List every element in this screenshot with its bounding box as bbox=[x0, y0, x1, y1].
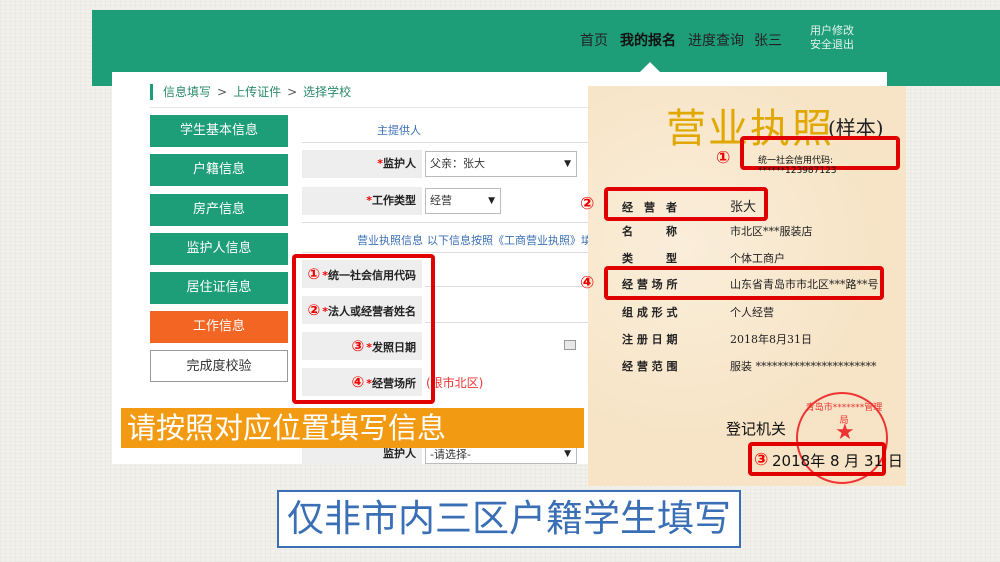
section-divider bbox=[302, 142, 592, 143]
nav-my-registration[interactable]: 我的报名 bbox=[620, 30, 676, 50]
license-credit-code-value: ******123987123 bbox=[758, 166, 837, 176]
section-divider bbox=[302, 252, 592, 253]
main-provider-title: 主提供人 bbox=[377, 124, 421, 137]
license-marker-1: ① bbox=[716, 148, 731, 168]
nav-active-caret bbox=[640, 62, 660, 72]
license-key: 注 册 日 期 bbox=[622, 333, 678, 346]
sidebar-item-property[interactable]: 房产信息 bbox=[150, 194, 288, 226]
license-marker-4: ④ bbox=[580, 273, 595, 293]
license-key: 经 营 范 围 bbox=[622, 360, 678, 373]
license-value: 市北区***服装店 bbox=[730, 225, 813, 238]
license-row-reg-date: 注 册 日 期 2018年8月31日 bbox=[622, 331, 812, 347]
work-type-select[interactable]: 经营 ▼ bbox=[425, 188, 501, 214]
business-license-sample: 营业执照 (样本) ① 统一社会信用代码: ******123987123 ② … bbox=[580, 86, 906, 486]
guardian-select-value: 父亲：张大 bbox=[430, 157, 485, 170]
nav-progress-query[interactable]: 进度查询 bbox=[688, 30, 744, 50]
license-row-name: 名 称 市北区***服装店 bbox=[622, 223, 813, 239]
license-row-type: 类 型 个体工商户 bbox=[622, 250, 785, 266]
license-row-composition: 组 成 形 式 个人经营 bbox=[622, 304, 774, 320]
license-value: 个人经营 bbox=[730, 306, 774, 319]
credit-code-input[interactable] bbox=[425, 286, 590, 287]
user-name: 张三 bbox=[754, 33, 782, 49]
legal-person-input[interactable] bbox=[425, 322, 590, 323]
chevron-down-icon: ▼ bbox=[564, 159, 571, 169]
sidebar-item-work-info[interactable]: 工作信息 bbox=[150, 311, 288, 343]
guardian-label-text: 监护人 bbox=[383, 157, 416, 170]
section-divider bbox=[302, 222, 592, 223]
sidebar-item-residence-permit[interactable]: 居住证信息 bbox=[150, 272, 288, 304]
license-key: 经 营 者 bbox=[622, 201, 677, 214]
logout-link[interactable]: 安全退出 bbox=[810, 38, 854, 52]
license-issue-date: 2018年 8 月 31 日 bbox=[772, 452, 903, 470]
guardian-select[interactable]: 父亲：张大 ▼ bbox=[425, 151, 577, 177]
license-row-business-place: 经 营 场 所 山东省青岛市市北区***路**号 bbox=[622, 276, 879, 292]
breadcrumb-step-school[interactable]: 选择学校 bbox=[303, 85, 351, 99]
license-row-operator: 经 营 者 张大 bbox=[622, 196, 756, 215]
license-marker-2: ② bbox=[580, 194, 595, 214]
user-links: 用户修改 安全退出 bbox=[810, 24, 854, 52]
work-type-label-text: 工作类型 bbox=[372, 194, 416, 207]
work-type-select-value: 经营 bbox=[430, 194, 452, 207]
form-fields-highlight bbox=[292, 254, 435, 404]
breadcrumb-step-fill[interactable]: 信息填写 bbox=[163, 85, 211, 99]
license-credit-code: 统一社会信用代码: ******123987123 bbox=[758, 153, 906, 176]
sidebar-item-student-info[interactable]: 学生基本信息 bbox=[150, 115, 288, 147]
license-key: 类 型 bbox=[622, 252, 677, 265]
bottom-caption: 仅非市内三区户籍学生填写 bbox=[277, 490, 741, 548]
nav-home[interactable]: 首页 bbox=[580, 30, 608, 50]
guardian2-select-value: -请选择- bbox=[430, 448, 471, 461]
instruction-banner: 请按照对应位置填写信息 bbox=[121, 408, 584, 448]
license-info-title: 营业执照信息 bbox=[357, 234, 423, 247]
top-nav: 首页 我的报名 进度查询 bbox=[580, 30, 756, 50]
license-credit-code-label: 统一社会信用代码: bbox=[758, 156, 834, 166]
license-marker-3: ③ bbox=[754, 450, 769, 470]
chevron-down-icon: ▼ bbox=[564, 449, 571, 459]
license-value: 山东省青岛市市北区***路**号 bbox=[730, 278, 879, 291]
license-info-hint: 以下信息按照《工商营业执照》填写 bbox=[427, 234, 603, 247]
license-value: 个体工商户 bbox=[730, 252, 785, 265]
license-key: 名 称 bbox=[622, 225, 677, 238]
license-row-scope: 经 营 范 围 服装 ********************** bbox=[622, 358, 877, 374]
sidebar-item-guardian[interactable]: 监护人信息 bbox=[150, 233, 288, 265]
breadcrumb-step-upload[interactable]: 上传证件 bbox=[233, 85, 281, 99]
chevron-down-icon: ▼ bbox=[488, 196, 495, 206]
work-type-label: *工作类型 bbox=[302, 187, 422, 215]
license-value: 服装 ********************** bbox=[730, 360, 877, 373]
breadcrumb: 信息填写 > 上传证件 > 选择学校 bbox=[150, 84, 351, 100]
license-value: 张大 bbox=[730, 200, 757, 215]
breadcrumb-divider bbox=[150, 107, 590, 108]
calendar-icon[interactable] bbox=[564, 340, 576, 350]
user-edit-link[interactable]: 用户修改 bbox=[810, 24, 854, 38]
guardian-label: *监护人 bbox=[302, 150, 422, 178]
license-authority: 登记机关 bbox=[726, 420, 787, 438]
license-value: 2018年8月31日 bbox=[730, 333, 812, 346]
license-key: 组 成 形 式 bbox=[622, 306, 678, 319]
sidebar-item-household[interactable]: 户籍信息 bbox=[150, 154, 288, 186]
sidebar-item-completion-check[interactable]: 完成度校验 bbox=[150, 350, 288, 382]
license-key: 经 营 场 所 bbox=[622, 278, 678, 291]
